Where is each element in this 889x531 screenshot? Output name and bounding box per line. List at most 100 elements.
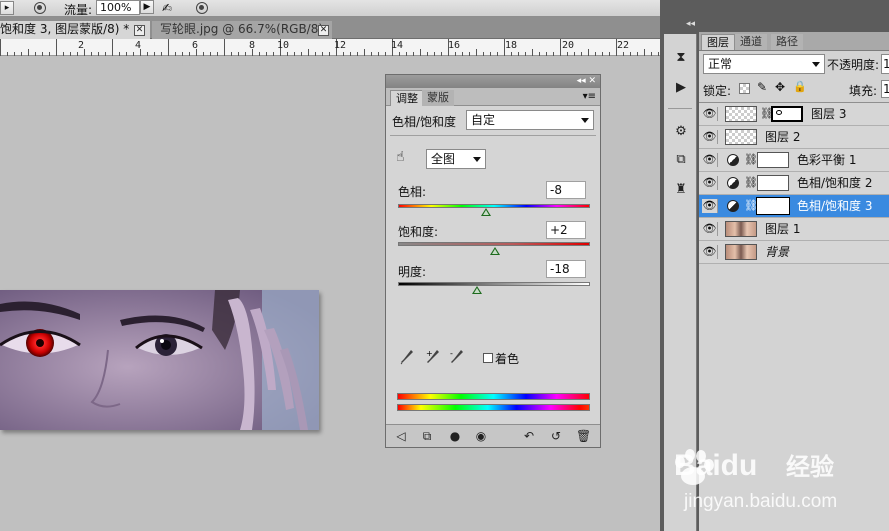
eyedropper-plus-icon[interactable]: +: [426, 349, 440, 365]
horizontal-ruler[interactable]: 2 4 6 8 10 12 14 16 18 20 22: [0, 39, 660, 56]
layer-mask-thumbnail[interactable]: [756, 197, 790, 215]
airbrush-icon[interactable]: [34, 2, 46, 14]
tablet-pressure-icon[interactable]: [196, 2, 208, 14]
flow-slider-button[interactable]: ▶: [140, 0, 154, 14]
trash-icon[interactable]: 🗑: [576, 429, 591, 443]
hue-slider[interactable]: [398, 204, 590, 208]
expand-view-icon[interactable]: ⧉: [420, 429, 434, 443]
visibility-eye-icon[interactable]: 👁: [702, 222, 718, 236]
back-arrow-icon[interactable]: ◁: [394, 429, 408, 443]
close-icon[interactable]: ✕: [318, 25, 329, 36]
layer-mask-thumbnail[interactable]: [757, 152, 789, 168]
fill-input[interactable]: 1: [881, 80, 889, 98]
layer-name: 色彩平衡 1: [797, 153, 857, 167]
link-chain-icon[interactable]: ⛓: [744, 153, 758, 167]
lightness-label: 明度:: [398, 265, 427, 279]
chevron-down-icon: [581, 118, 589, 123]
visibility-eye-icon[interactable]: 👁: [702, 107, 718, 121]
panel-title-controls[interactable]: ◂◂ ✕: [577, 75, 596, 87]
blend-mode-dropdown[interactable]: 正常: [703, 54, 825, 74]
layer-name: 色相/饱和度 2: [797, 176, 873, 190]
adjustments-icon[interactable]: ⚙: [672, 124, 690, 140]
stamp-icon[interactable]: ♜: [672, 182, 690, 198]
saturation-slider-thumb[interactable]: [489, 247, 500, 255]
photo-image[interactable]: [0, 290, 319, 430]
ruler-number: 4: [135, 40, 142, 51]
link-chain-icon[interactable]: ⛓: [760, 107, 774, 121]
layer-row[interactable]: 👁 背景: [699, 241, 889, 264]
layer-thumbnail: [725, 106, 757, 122]
pressure-icon[interactable]: ✍: [162, 1, 178, 15]
hue-input[interactable]: -8: [546, 181, 586, 199]
collapse-dock-icon[interactable]: ◂◂: [686, 19, 695, 29]
ruler-ticks: [0, 39, 659, 56]
eyedropper-minus-icon[interactable]: -: [450, 349, 464, 365]
layer-thumbnail: [725, 129, 757, 145]
flow-label: 流量:: [64, 3, 93, 17]
layer-mask-thumbnail[interactable]: [771, 106, 803, 122]
layer-row-selected[interactable]: 👁 ⛓ 色相/饱和度 3: [699, 195, 889, 218]
layer-row[interactable]: 👁 图层 2: [699, 126, 889, 149]
clip-to-layer-icon[interactable]: ●: [448, 429, 462, 443]
doc-tab-inactive[interactable]: 写轮眼.jpg @ 66.7%(RGB/8): [152, 21, 332, 39]
lock-all-icon[interactable]: 🔒: [793, 80, 807, 93]
reset-icon[interactable]: ↺: [549, 429, 563, 443]
saturation-label: 饱和度:: [398, 225, 439, 239]
flow-input[interactable]: 100%: [96, 0, 140, 15]
target-adjust-hand-icon[interactable]: ☝: [396, 149, 414, 165]
lock-pixels-icon[interactable]: ✎: [757, 80, 767, 94]
divider: [390, 135, 596, 136]
panel-menu-icon[interactable]: ▾≡: [583, 90, 596, 104]
saturation-slider[interactable]: [398, 242, 590, 246]
svg-text:+: +: [426, 349, 433, 358]
layers-icon[interactable]: ⧉: [672, 152, 690, 168]
face-illustration: [0, 290, 319, 430]
link-chain-icon[interactable]: ⛓: [744, 176, 758, 190]
visibility-eye-icon[interactable]: 👁: [702, 153, 718, 167]
ruler-number: 10: [277, 40, 290, 51]
panel-title-bar[interactable]: ◂◂ ✕: [386, 75, 600, 88]
colorize-checkbox[interactable]: [483, 353, 493, 363]
lock-position-icon[interactable]: ✥: [775, 80, 785, 94]
layer-row[interactable]: 👁 ⛓ 色彩平衡 1: [699, 149, 889, 172]
option-arrow-icon[interactable]: ▸: [0, 1, 14, 15]
channel-dropdown[interactable]: 全图: [426, 149, 486, 169]
doc-tab-active[interactable]: 饱和度 3, 图层蒙版/8) *: [0, 21, 150, 39]
preset-dropdown[interactable]: 自定: [466, 110, 594, 130]
visibility-eye-icon[interactable]: 👁: [702, 245, 718, 259]
visibility-eye-icon[interactable]: 👁: [702, 130, 718, 144]
tab-layers[interactable]: 图层: [701, 34, 735, 50]
visibility-eye-icon[interactable]: ◉: [474, 429, 488, 443]
visibility-eye-icon[interactable]: 👁: [702, 199, 718, 213]
panel-footer: ◁ ⧉ ● ◉ ↶ ↺ 🗑: [386, 424, 600, 447]
ruler-number: 12: [334, 40, 347, 51]
lock-transparency-icon[interactable]: [739, 83, 750, 94]
layer-name: 图层 1: [765, 222, 801, 236]
tab-channels[interactable]: 通道: [735, 34, 767, 50]
eyedropper-icon[interactable]: [400, 349, 414, 365]
hue-slider-thumb[interactable]: [481, 208, 492, 216]
view-previous-icon[interactable]: ↶: [522, 429, 536, 443]
ruler-number: 18: [505, 40, 518, 51]
tab-paths[interactable]: 路径: [771, 34, 803, 50]
lightness-slider[interactable]: [398, 282, 590, 286]
tab-masks[interactable]: 蒙版: [422, 90, 454, 106]
visibility-eye-icon[interactable]: 👁: [702, 176, 718, 190]
doc-tab-label: 饱和度 3, 图层蒙版/8) *: [0, 22, 130, 36]
lightness-input[interactable]: -18: [546, 260, 586, 278]
opacity-input[interactable]: 1: [881, 54, 889, 74]
link-chain-icon[interactable]: ⛓: [744, 199, 758, 213]
saturation-input[interactable]: +2: [546, 221, 586, 239]
ruler-number: 8: [249, 40, 256, 51]
lightness-slider-thumb[interactable]: [471, 286, 482, 294]
chevron-down-icon: [473, 157, 481, 162]
actions-play-icon[interactable]: ▶: [672, 80, 690, 96]
tab-adjustments[interactable]: 调整: [390, 90, 424, 106]
layer-mask-thumbnail[interactable]: [757, 175, 789, 191]
layer-row[interactable]: 👁 ⛓ 图层 3: [699, 103, 889, 126]
layer-row[interactable]: 👁 ⛓ 色相/饱和度 2: [699, 172, 889, 195]
close-icon[interactable]: ✕: [134, 25, 145, 36]
baidu-watermark: Baidu 经验 jingyan.baidu.com: [668, 440, 888, 530]
layer-row[interactable]: 👁 图层 1: [699, 218, 889, 241]
history-icon[interactable]: ⧗: [672, 50, 690, 66]
